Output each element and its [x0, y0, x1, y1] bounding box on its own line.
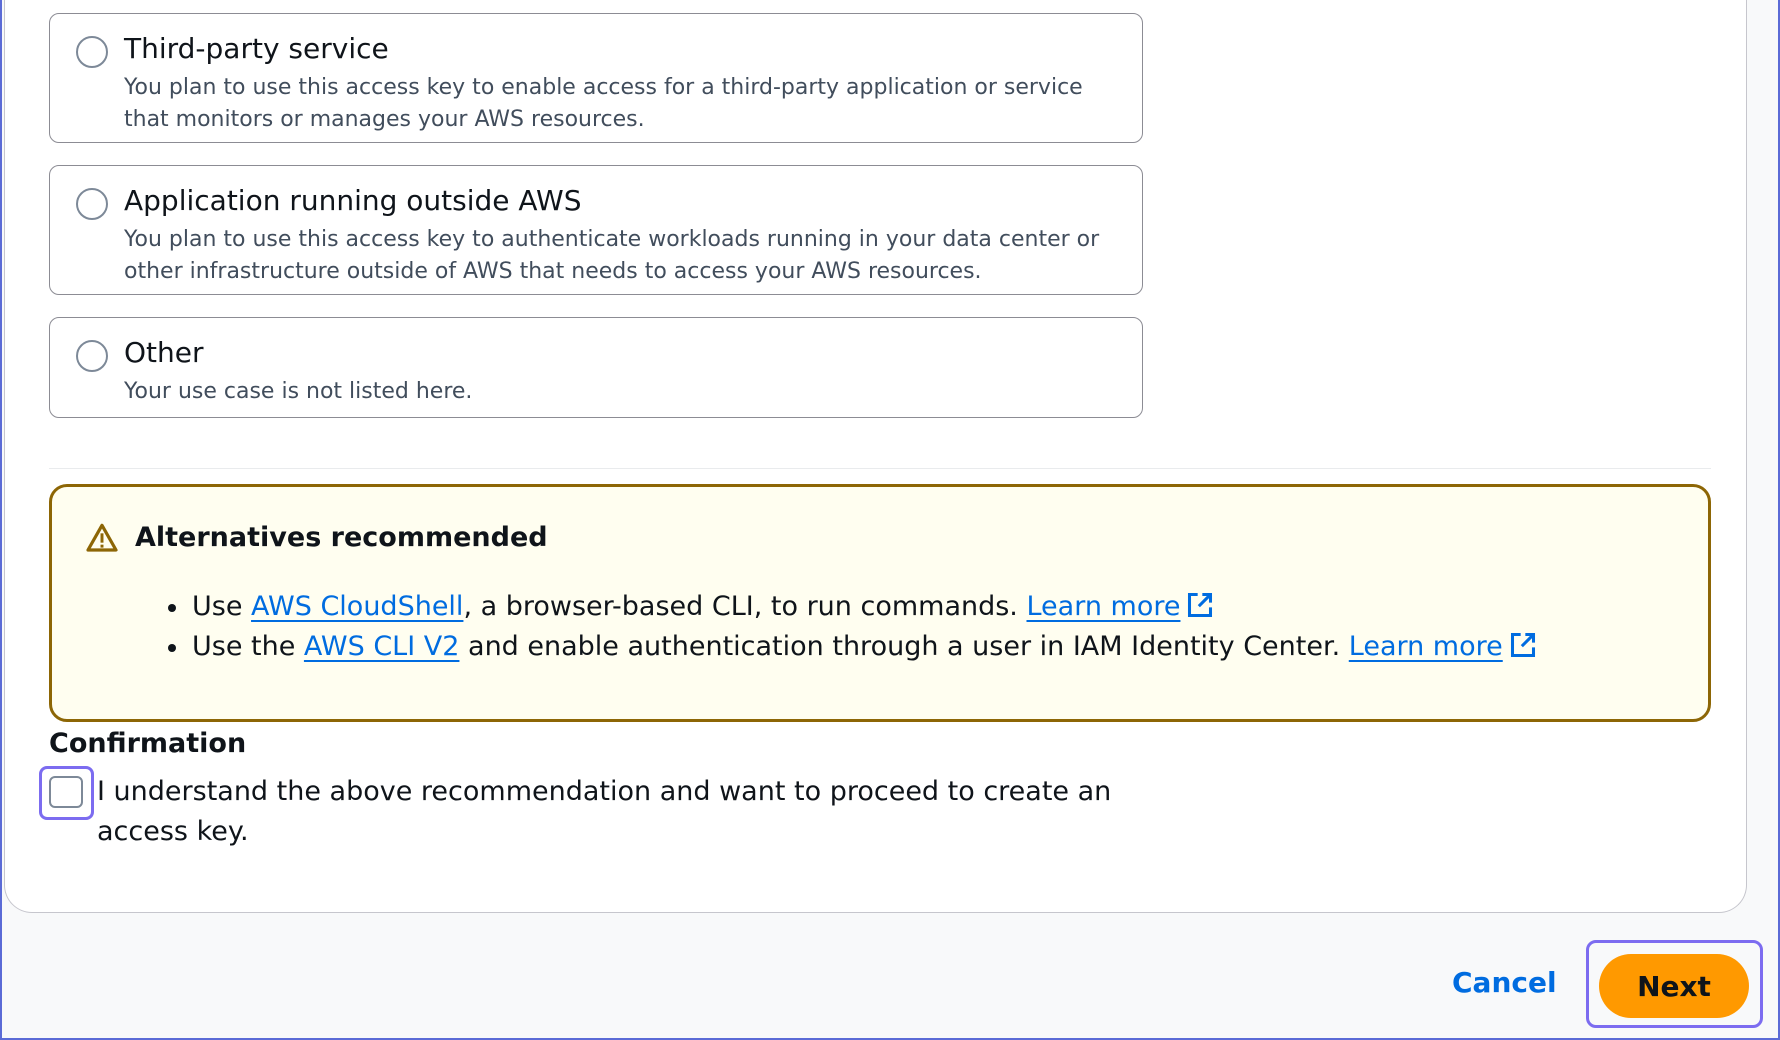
item-prefix: Use the	[192, 631, 304, 662]
option-other[interactable]: Other Your use case is not listed here.	[49, 317, 1143, 418]
list-item: Use AWS CloudShell, a browser-based CLI,…	[168, 587, 1537, 627]
option-title: Other	[124, 336, 204, 369]
window-frame: Third-party service You plan to use this…	[0, 0, 1780, 1040]
cancel-button[interactable]: Cancel	[1452, 966, 1557, 999]
option-title: Third-party service	[124, 32, 389, 65]
learn-more-link[interactable]: Learn more	[1026, 591, 1180, 622]
option-third-party-service[interactable]: Third-party service You plan to use this…	[49, 13, 1143, 143]
item-text: , a browser-based CLI, to run commands.	[463, 591, 1027, 622]
alternatives-list: Use AWS CloudShell, a browser-based CLI,…	[168, 587, 1537, 667]
warning-icon	[86, 523, 118, 552]
section-divider	[49, 468, 1711, 469]
next-button[interactable]: Next	[1599, 954, 1749, 1018]
option-application-outside-aws[interactable]: Application running outside AWS You plan…	[49, 165, 1143, 295]
option-title: Application running outside AWS	[124, 184, 582, 217]
option-description: You plan to use this access key to authe…	[124, 227, 1100, 284]
alternatives-alert: Alternatives recommended Use AWS CloudSh…	[49, 484, 1711, 722]
external-link-icon[interactable]	[1509, 631, 1537, 659]
radio-application-outside-aws[interactable]	[76, 188, 108, 220]
alert-title: Alternatives recommended	[135, 522, 548, 553]
option-description: Your use case is not listed here.	[124, 379, 473, 404]
item-prefix: Use	[192, 591, 252, 622]
list-item: Use the AWS CLI V2 and enable authentica…	[168, 627, 1537, 667]
confirmation-checkbox[interactable]	[49, 776, 83, 808]
option-description: You plan to use this access key to enabl…	[124, 75, 1083, 132]
use-case-card: Third-party service You plan to use this…	[4, 0, 1747, 913]
aws-cli-v2-link[interactable]: AWS CLI V2	[304, 631, 460, 662]
radio-other[interactable]	[76, 340, 108, 372]
item-text: and enable authentication through a user…	[459, 631, 1349, 662]
confirmation-title: Confirmation	[49, 728, 247, 759]
learn-more-link[interactable]: Learn more	[1349, 631, 1503, 662]
confirmation-checkbox-label[interactable]: I understand the above recommendation an…	[97, 772, 1137, 852]
radio-third-party-service[interactable]	[76, 36, 108, 68]
aws-cloudshell-link[interactable]: AWS CloudShell	[251, 591, 463, 622]
external-link-icon[interactable]	[1186, 591, 1214, 619]
